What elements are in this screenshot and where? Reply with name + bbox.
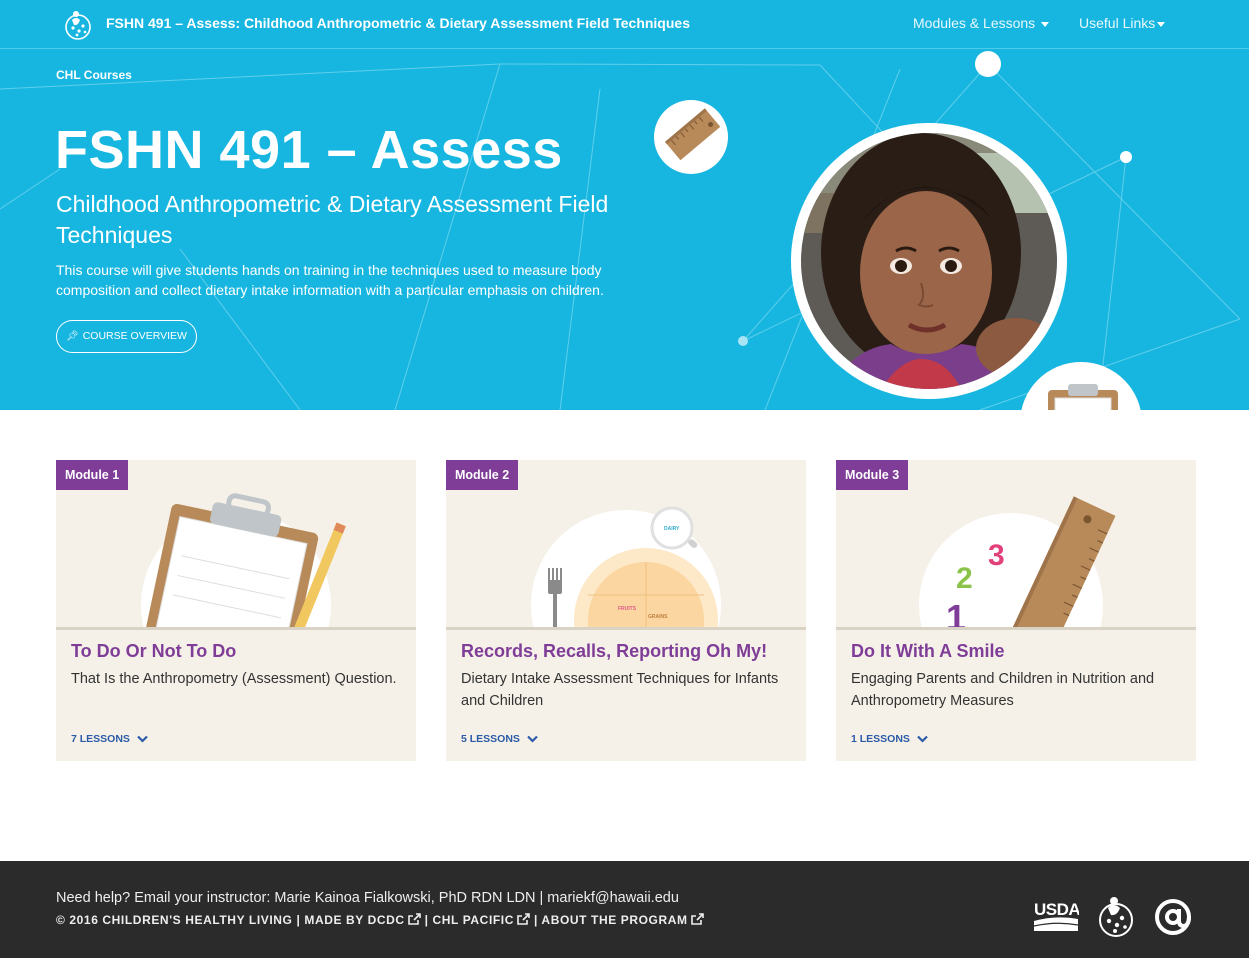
chl-logo-icon[interactable] [63,8,93,40]
useful-links-menu[interactable]: Useful Links [1079,15,1166,31]
number-1: 1 [946,597,966,630]
about-label: ABOUT THE PROGRAM [541,913,688,927]
page-subtitle: Childhood Anthropometric & Dietary Asses… [56,191,609,248]
module-description: Engaging Parents and Children in Nutriti… [851,671,1155,709]
module-badge: Module 1 [56,460,129,490]
module-card-2[interactable]: FRUITS GRAINS DAIRY Module 2 Records, Re… [446,460,806,761]
made-by-dcdc-link[interactable]: MADE BY DCDC [304,913,421,927]
made-by-label: MADE BY DCDC [304,913,405,927]
ruler-icon [665,108,721,161]
about-program-link[interactable]: ABOUT THE PROGRAM [541,913,704,927]
external-link-icon [690,913,704,925]
ruler-badge-illustration [654,100,728,174]
module-card-3[interactable]: 1 2 3 Module 3 Do It With A Smile Engagi… [836,460,1196,761]
chl-seal-logo[interactable] [1096,893,1136,939]
footer-links: © 2016 CHILDREN'S HEALTHY LIVING | MADE … [56,913,704,927]
useful-links-label: Useful Links [1079,15,1156,31]
chl-pacific-link[interactable]: CHL PACIFIC [433,913,531,927]
fruits-label: FRUITS [618,606,637,612]
lessons-count: 1 LESSONS [851,733,910,745]
chevron-down-icon [917,735,928,743]
caret-down-icon [1041,21,1050,27]
modules-lessons-menu[interactable]: Modules & Lessons [913,15,1050,31]
lessons-count: 7 LESSONS [71,733,130,745]
caret-down-icon [1157,21,1166,27]
lessons-toggle[interactable]: 5 LESSONS [461,733,538,745]
top-navbar: FSHN 491 – Assess: Childhood Anthropomet… [0,0,1249,49]
lessons-toggle[interactable]: 7 LESSONS [71,733,148,745]
help-text: Need help? Email your instructor: Marie … [56,890,679,906]
lessons-count: 5 LESSONS [461,733,520,745]
external-link-icon [517,913,530,925]
course-description: This course will give students hands on … [56,262,604,298]
hero-banner: CHL Courses FSHN 491 – Assess Childhood … [0,49,1249,410]
usda-logo[interactable]: USDA [1033,893,1079,939]
course-overview-button[interactable]: 📌︎ COURSE OVERVIEW [56,320,197,353]
grains-label: GRAINS [648,614,668,620]
breadcrumb[interactable]: CHL Courses [56,68,132,82]
lessons-toggle[interactable]: 1 LESSONS [851,733,928,745]
usda-logo-text: USDA [1034,900,1079,919]
separator: | [424,913,429,927]
external-link-icon [407,913,421,925]
module-title[interactable]: Do It With A Smile [851,641,1005,662]
pin-icon: 📌︎ [66,331,79,342]
chl-pacific-label: CHL PACIFIC [432,913,515,927]
dairy-label: DAIRY [664,526,680,532]
page-title: FSHN 491 – Assess [55,120,563,180]
module-card-1[interactable]: Module 1 To Do Or Not To Do That Is the … [56,460,416,761]
at-sign-logo[interactable] [1153,893,1193,939]
module-title[interactable]: To Do Or Not To Do [71,641,236,662]
number-3: 3 [988,539,1005,572]
separator: | [296,913,301,927]
module-badge: Module 3 [836,460,909,490]
number-2: 2 [956,562,973,595]
child-photo-frame [791,123,1067,399]
chevron-down-icon [137,735,148,743]
copyright-text: © 2016 CHILDREN'S HEALTHY LIVING [56,913,293,927]
child-photo [801,133,1057,389]
chevron-down-icon [527,735,538,743]
module-badge: Module 2 [446,460,519,490]
site-title[interactable]: FSHN 491 – Assess: Childhood Anthropomet… [106,15,690,31]
separator: | [533,913,538,927]
module-description: Dietary Intake Assessment Techniques for… [461,671,779,709]
course-overview-label: COURSE OVERVIEW [82,330,187,342]
site-footer: Need help? Email your instructor: Marie … [0,861,1249,958]
module-description: That Is the Anthropometry (Assessment) Q… [71,671,397,687]
modules-lessons-label: Modules & Lessons [913,15,1036,31]
module-title[interactable]: Records, Recalls, Reporting Oh My! [461,641,767,662]
